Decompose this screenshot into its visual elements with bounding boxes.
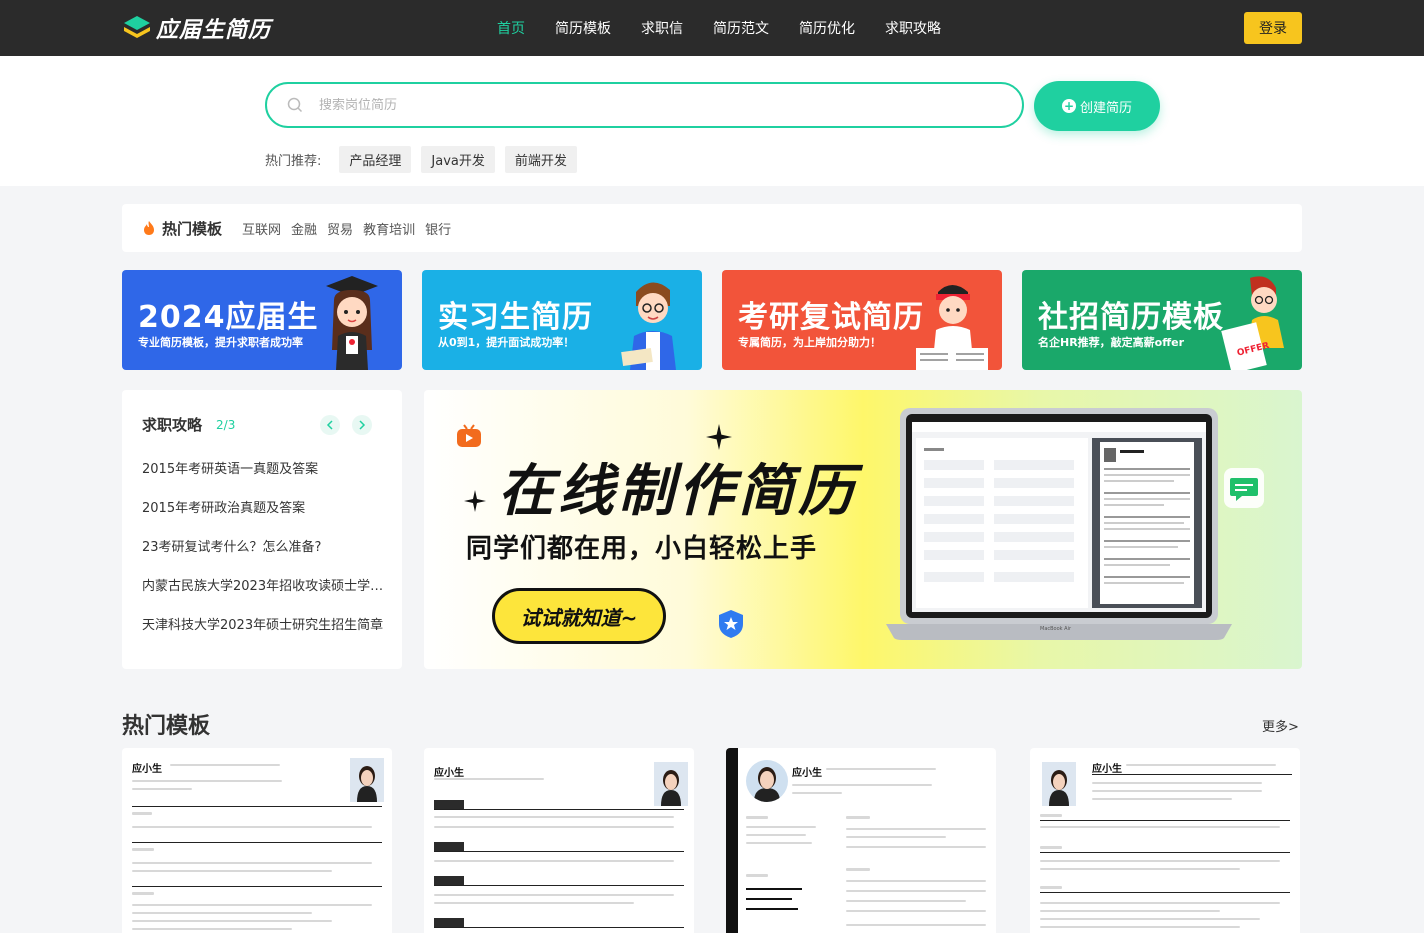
create-resume-button[interactable]: + 创建简历 bbox=[1034, 81, 1160, 131]
strategy-link[interactable]: 2015年考研英语一真题及答案 bbox=[142, 460, 386, 499]
intern-boy-illustration bbox=[621, 282, 676, 370]
shield-star-icon bbox=[719, 610, 743, 638]
try-it-button[interactable]: 试试就知道~ bbox=[492, 588, 666, 644]
resume-name: 应小生 bbox=[792, 768, 822, 779]
resume-photo bbox=[654, 762, 688, 806]
banner-graduate[interactable]: 2024应届生 专业简历模板，提升求职者成功率 bbox=[122, 270, 402, 370]
hot-template-categories: 热门模板 互联网 金融 贸易 教育培训 银行 bbox=[122, 204, 1302, 252]
banner-subtitle: 专属简历，为上岸加分助力！ bbox=[738, 336, 881, 349]
strategy-link[interactable]: 天津科技大学2023年硕士研究生招生简章 bbox=[142, 616, 386, 655]
strategy-list: 2015年考研英语一真题及答案 2015年考研政治真题及答案 23考研复试考什么… bbox=[142, 460, 386, 655]
banner-title: 实习生简历 bbox=[438, 300, 593, 335]
banner-postgrad[interactable]: 考研复试简历 专属简历，为上岸加分助力！ bbox=[722, 270, 1002, 370]
laptop-mockup: MacBook Air bbox=[886, 408, 1232, 640]
create-resume-label: 创建简历 bbox=[1079, 100, 1132, 116]
strategy-title: 求职攻略 bbox=[142, 416, 203, 434]
nav-item-samples[interactable]: 简历范文 bbox=[713, 18, 769, 38]
more-templates-link[interactable]: 更多> bbox=[1262, 716, 1299, 735]
chevron-right-icon bbox=[359, 420, 366, 430]
resume-template-card[interactable]: 应小生 bbox=[424, 748, 694, 933]
flame-icon bbox=[144, 221, 154, 235]
online-resume-promo[interactable]: 在线制作简历 同学们都在用，小白轻松上手 试试就知道~ MacBook Air bbox=[424, 390, 1302, 669]
next-page-button[interactable] bbox=[352, 415, 372, 435]
hot-templates-title: 热门模板 bbox=[122, 714, 211, 739]
nav-item-home[interactable]: 首页 bbox=[497, 18, 525, 38]
strategy-link[interactable]: 23考研复试考什么？怎么准备? bbox=[142, 538, 386, 577]
banner-title: 考研复试简历 bbox=[738, 300, 924, 335]
strategy-page-indicator: 2/3 bbox=[216, 417, 236, 432]
offer-holder-illustration: OFFER bbox=[1221, 276, 1284, 370]
search-icon bbox=[287, 97, 303, 113]
hot-tag[interactable]: 前端开发 bbox=[504, 146, 577, 173]
nav-item-templates[interactable]: 简历模板 bbox=[555, 18, 611, 38]
resume-name: 应小生 bbox=[132, 764, 162, 775]
banner-subtitle: 从0到1，提升面试成功率！ bbox=[438, 336, 575, 349]
hot-tag[interactable]: Java开发 bbox=[421, 146, 495, 173]
hot-tag[interactable]: 产品经理 bbox=[339, 146, 412, 173]
resume-photo bbox=[1042, 762, 1076, 806]
logo-icon bbox=[122, 13, 152, 43]
resume-template-card[interactable]: 应小生 bbox=[1030, 748, 1300, 933]
hot-rec-label: 热门推荐: bbox=[265, 154, 322, 169]
banner-subtitle: 专业简历模板，提升求职者成功率 bbox=[138, 336, 303, 349]
strategy-link[interactable]: 2015年考研政治真题及答案 bbox=[142, 499, 386, 538]
resume-photo bbox=[746, 760, 788, 802]
banner-title: 2024应届生 bbox=[138, 300, 319, 335]
banner-title: 社招简历模板 bbox=[1038, 300, 1224, 335]
resume-template-card[interactable]: 应小生 bbox=[122, 748, 392, 933]
resume-template-card[interactable]: 应小生 bbox=[726, 748, 996, 933]
resume-name: 应小生 bbox=[434, 768, 464, 779]
sparkle-icon bbox=[464, 490, 486, 512]
plus-icon: + bbox=[1061, 99, 1076, 113]
chevron-left-icon bbox=[326, 420, 333, 430]
brand-logo[interactable]: 应届生简历 bbox=[122, 12, 271, 44]
promo-title: 在线制作简历 bbox=[498, 459, 858, 524]
laptop-label: MacBook Air bbox=[1040, 626, 1072, 632]
hot-recommendations: 热门推荐: 产品经理 Java开发 前端开发 bbox=[265, 146, 587, 173]
banner-intern[interactable]: 实习生简历 从0到1，提升面试成功率！ bbox=[422, 270, 702, 370]
nav-item-optimize[interactable]: 简历优化 bbox=[799, 18, 855, 38]
tv-play-icon bbox=[457, 424, 481, 447]
job-strategy-panel: 求职攻略 2/3 2015年考研英语一真题及答案 2015年考研政治真题及答案 … bbox=[122, 390, 402, 669]
promo-subtitle: 同学们都在用，小白轻松上手 bbox=[466, 534, 818, 564]
login-button[interactable]: 登录 bbox=[1244, 12, 1302, 44]
prev-page-button[interactable] bbox=[320, 415, 340, 435]
search-section: + 创建简历 热门推荐: 产品经理 Java开发 前端开发 bbox=[0, 56, 1424, 186]
category-education[interactable]: 教育培训 bbox=[363, 219, 415, 238]
top-navbar: 应届生简历 首页 简历模板 求职信 简历范文 简历优化 求职攻略 登录 bbox=[0, 0, 1424, 56]
brand-name: 应届生简历 bbox=[156, 18, 272, 43]
category-internet[interactable]: 互联网 bbox=[242, 219, 281, 238]
chat-bubble-icon bbox=[1224, 468, 1264, 508]
graduate-girl-illustration bbox=[326, 276, 378, 370]
resume-name: 应小生 bbox=[1092, 764, 1122, 775]
strategy-link[interactable]: 内蒙古民族大学2023年招收攻读硕士学位研究生简章 bbox=[142, 577, 386, 616]
resume-photo bbox=[350, 758, 384, 802]
category-bank[interactable]: 银行 bbox=[425, 219, 451, 238]
categories-title: 热门模板 bbox=[162, 219, 223, 238]
category-trade[interactable]: 贸易 bbox=[327, 219, 353, 238]
main-nav: 首页 简历模板 求职信 简历范文 简历优化 求职攻略 bbox=[482, 0, 956, 56]
studying-student-illustration bbox=[916, 285, 988, 370]
search-input[interactable] bbox=[319, 97, 959, 113]
category-finance[interactable]: 金融 bbox=[291, 219, 317, 238]
nav-item-cover-letter[interactable]: 求职信 bbox=[641, 18, 683, 38]
banner-subtitle: 名企HR推荐，敲定高薪offer bbox=[1038, 336, 1185, 349]
search-box[interactable] bbox=[265, 82, 1024, 128]
nav-item-strategy[interactable]: 求职攻略 bbox=[885, 18, 941, 38]
banner-experienced[interactable]: 社招简历模板 名企HR推荐，敲定高薪offer OFFER bbox=[1022, 270, 1302, 370]
